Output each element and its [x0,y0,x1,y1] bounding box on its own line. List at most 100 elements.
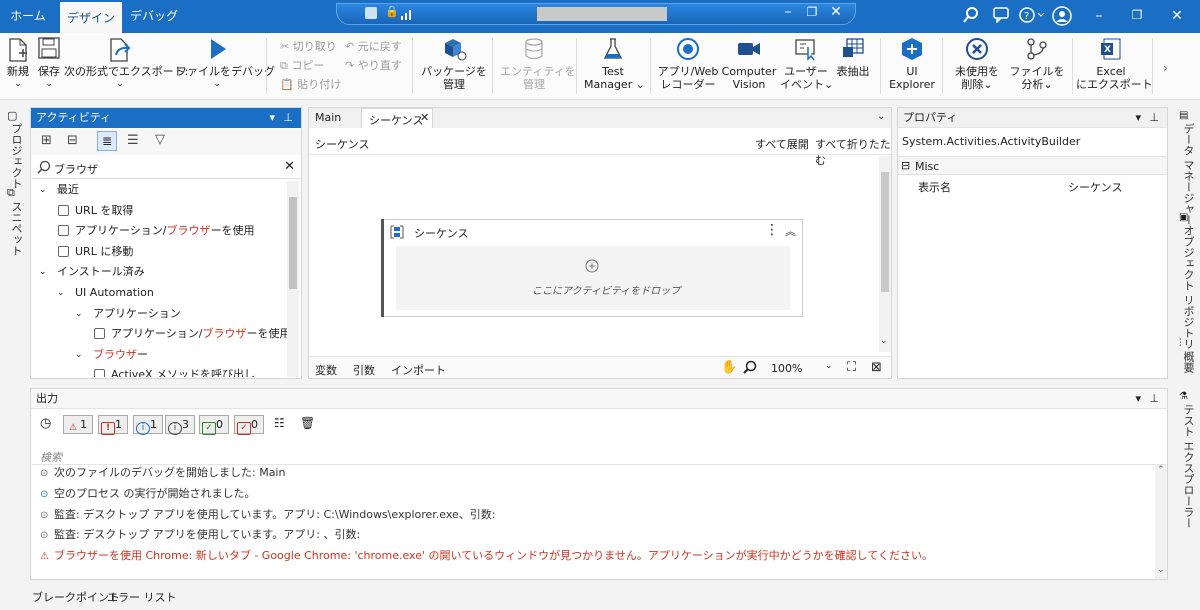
scrollbar-thumb[interactable] [289,197,297,289]
debug-file-button[interactable]: ファイルをデバッグ ⌄ [176,33,275,99]
copy-button[interactable]: ⧉ コピー [280,57,324,73]
breadcrumb[interactable]: シーケンス [315,136,369,152]
output-line[interactable]: ⊙ 次のファイルのデバッグを開始しました: Main [40,464,285,480]
panel-dropdown-icon[interactable]: ▾ [269,108,275,128]
chevron-down-icon[interactable]: ⌄ [39,263,47,281]
ui-explorer-button[interactable]: UI Explorer [888,33,936,99]
minimize-icon[interactable]: – [779,4,797,20]
undo-button[interactable]: ↶ 元に戻す [345,38,402,54]
export-as-button[interactable]: 次の形式でエクスポート: ⌄ [64,33,188,99]
filter-list-icon[interactable]: ☷ [274,416,285,430]
output-search[interactable]: 検索 [32,447,1166,465]
tab-main[interactable]: Main [315,111,341,124]
property-value[interactable]: シーケンス [1068,179,1122,195]
chevron-down-icon[interactable]: ⌄ [75,346,83,364]
app-minimize-icon[interactable]: – [1090,8,1108,24]
zoom-search-icon[interactable] [743,360,757,377]
zoom-dropdown-icon[interactable]: ⌄ [825,361,833,371]
app-restore-icon[interactable]: ❐ [1128,8,1146,22]
output-search-input[interactable]: 検索 [40,449,62,465]
expand-all-link[interactable]: すべて展開 [755,136,809,152]
side-tab-test-explorer[interactable]: テスト エクスプローラー [1180,404,1196,529]
scroll-down-icon[interactable]: ⌄ [1157,565,1165,575]
sequence-title[interactable]: シーケンス [414,225,468,241]
side-tab-data-manager[interactable]: データ マネージャー [1180,123,1196,226]
panel-dropdown-icon[interactable]: ▾ [1135,389,1141,409]
analyze-file-button[interactable]: ファイルを 分析⌄ [1008,33,1066,99]
property-row[interactable]: 表示名 シーケンス [898,176,1167,195]
variables-tab[interactable]: 変数 [315,362,337,378]
pin-icon[interactable]: ⊥ [1149,389,1159,409]
restore-icon[interactable]: ❐ [803,5,821,19]
side-tab-overview[interactable]: 概要 [1180,351,1196,373]
app-close-icon[interactable]: ✕ [1168,8,1186,24]
side-tab-project[interactable]: プロジェクト [8,123,24,189]
excel-export-button[interactable]: X Excel にエクスポート [1076,33,1153,99]
trace-filter[interactable]: i3 [165,415,195,435]
menu-tab-design[interactable]: デザイン [60,0,122,33]
collapse-icon[interactable]: ︽ [785,223,796,239]
pin-icon[interactable]: ⊥ [283,108,293,128]
tab-sequence[interactable]: シーケンス ✕ [361,108,433,128]
redo-button[interactable]: ↷ やり直す [345,57,402,73]
new-button[interactable]: 新規 ⌄ [4,33,32,99]
panel-dropdown-icon[interactable]: ▾ [1135,108,1141,128]
expand-all-icon[interactable]: ⊞ [41,133,52,148]
error-list-tab[interactable]: エラー リスト [107,589,177,605]
search-input[interactable]: ブラウザ [54,161,98,177]
account-icon[interactable] [1052,6,1072,30]
error-filter[interactable]: ! 1 [98,415,128,435]
side-tab-object-repository[interactable]: オブジェクト リポジトリ [1180,225,1196,350]
app-web-recorder-button[interactable]: アプリ/Web レコーダー [656,33,720,99]
imports-tab[interactable]: インポート [391,362,446,378]
test-manager-button[interactable]: Test Manager ⌄ [584,33,645,99]
manage-entities-button[interactable]: エンティティを 管理 [500,33,576,99]
pin-icon[interactable]: ⊥ [1149,108,1159,128]
zoom-level[interactable]: 100% [771,362,802,375]
scrollbar-thumb[interactable] [881,172,889,292]
arguments-tab[interactable]: 引数 [353,362,375,378]
more-options-icon[interactable]: ⋮ [765,222,779,238]
pan-hand-icon[interactable]: ✋ [721,360,737,375]
designer-scrollbar[interactable]: ⌄ [879,156,891,352]
scroll-down-icon[interactable]: ⌄ [880,336,888,346]
remove-unused-button[interactable]: 未使用を 削除⌄ [948,33,1006,99]
list-view-icon[interactable]: ☰ [127,133,139,148]
warning-filter[interactable]: ⚠ 1 [63,415,93,434]
feedback-icon[interactable] [992,7,1010,27]
timestamp-toggle-icon[interactable]: ◷ [40,416,51,431]
filter-icon[interactable]: ▽ [155,132,165,147]
sequence-activity[interactable]: シーケンス ⋮ ︽ ここにアクティビティをドロップ [381,219,803,317]
ribbon-overflow-icon[interactable]: › [1163,61,1168,75]
close-tab-icon[interactable]: ✕ [420,111,429,124]
side-tab-snippets[interactable]: スニペット [8,201,24,256]
output-line[interactable]: ⊙ 監査: デスクトップ アプリを使用しています。アプリ: 、引数: [40,526,360,542]
collapse-all-icon[interactable]: ⊟ [67,133,78,148]
chevron-down-icon[interactable]: ⌄ [39,181,47,199]
overview-icon[interactable]: ⊠ [871,360,882,375]
save-button[interactable]: 保存 ⌄ [34,33,64,99]
user-events-button[interactable]: ユーザー イベント⌄ [780,33,833,99]
menu-tab-home[interactable]: ホーム [0,0,56,33]
activities-scrollbar[interactable] [287,181,299,377]
collapse-category-icon[interactable]: ⊟ [901,159,910,172]
menu-tab-debug[interactable]: デバッグ [124,0,184,33]
verbose-filter[interactable]: ✓ 0 [199,415,229,435]
close-icon[interactable]: ✕ [827,4,845,20]
cut-button[interactable]: ✂ 切り取り [280,38,337,54]
fit-to-screen-icon[interactable]: ⛶ [847,360,856,375]
activities-search[interactable]: ブラウザ ✕ [32,157,300,179]
output-line[interactable]: ⊙ 空のプロセス の実行が開始されました。 [40,485,256,501]
drop-zone[interactable]: ここにアクティビティをドロップ [396,246,790,310]
property-category[interactable]: ⊟ Misc [898,156,1167,175]
tabs-dropdown-icon[interactable]: ⌄ [877,111,885,122]
output-line[interactable]: ⚠ ブラウザーを使用 Chrome: 新しいタブ - Google Chrome:… [40,547,933,563]
trash-icon[interactable]: 🗑 [300,416,315,430]
chevron-down-icon[interactable]: ⌄ [75,305,83,323]
search-icon[interactable] [962,7,980,27]
help-icon[interactable]: ? [1018,7,1048,26]
output-scrollbar[interactable]: ⌃ ⌄ [1155,465,1167,579]
computer-vision-button[interactable]: Computer Vision [720,33,778,99]
debug-filter[interactable]: ✓ 0 [234,415,264,435]
scroll-up-icon[interactable]: ⌃ [1157,465,1165,475]
